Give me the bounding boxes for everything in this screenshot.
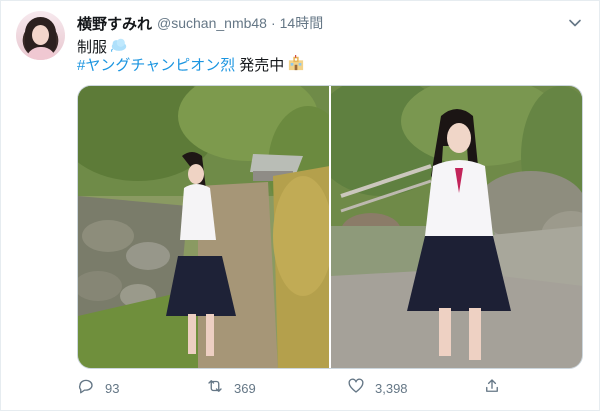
- reply-button[interactable]: 93: [77, 376, 119, 400]
- tweet-card[interactable]: 横野すみれ @suchan_nmb48 · 14時間 制服 #ヤングチャンピオン…: [0, 0, 600, 411]
- photo-left[interactable]: [78, 86, 329, 368]
- photo-right[interactable]: [331, 86, 582, 368]
- user-handle[interactable]: @suchan_nmb48: [157, 15, 267, 31]
- reply-icon: [77, 377, 95, 400]
- chevron-down-icon[interactable]: [567, 15, 583, 31]
- timestamp[interactable]: 14時間: [280, 13, 324, 33]
- media-grid: [77, 85, 583, 369]
- school-emoji: [287, 55, 305, 76]
- tweet-actions: 93 369 3,398: [77, 376, 583, 400]
- share-icon: [483, 377, 501, 400]
- separator-dot: ·: [270, 15, 276, 31]
- retweet-count: 369: [234, 380, 256, 396]
- hashtag-link[interactable]: #ヤングチャンピオン烈: [77, 57, 235, 75]
- display-name[interactable]: 横野すみれ: [77, 13, 152, 34]
- heart-icon: [347, 377, 365, 400]
- like-button[interactable]: 3,398: [347, 376, 408, 400]
- avatar-face: [32, 25, 49, 45]
- like-count: 3,398: [375, 380, 408, 396]
- tweet-text-line-2: #ヤングチャンピオン烈 発売中: [77, 55, 305, 76]
- share-button[interactable]: [483, 376, 501, 400]
- reply-count: 93: [105, 380, 120, 396]
- tweet-header: 横野すみれ @suchan_nmb48 · 14時間: [77, 13, 323, 33]
- avatar[interactable]: [16, 11, 65, 60]
- tweet-text-after-hashtag: 発売中: [239, 56, 285, 74]
- retweet-icon: [206, 377, 224, 400]
- retweet-button[interactable]: 369: [206, 376, 256, 400]
